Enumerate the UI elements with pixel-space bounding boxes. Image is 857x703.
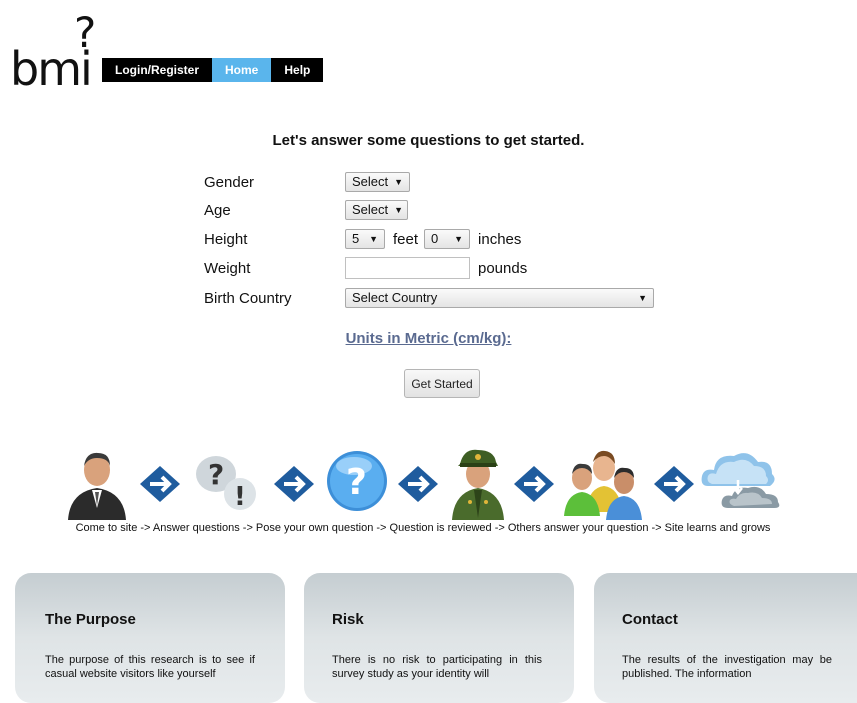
svg-text:?: ?: [346, 462, 367, 503]
chevron-down-icon: ▼: [394, 205, 404, 215]
age-row: Age Select ▼: [204, 199, 408, 221]
chevron-down-icon: ▼: [454, 234, 464, 244]
risk-text: There is no risk to participating in thi…: [332, 654, 542, 680]
contact-text: The results of the investigation may be …: [622, 654, 832, 680]
risk-card: Risk There is no risk to participating i…: [304, 573, 574, 703]
age-label: Age: [204, 201, 231, 219]
age-select[interactable]: Select ▼: [345, 200, 408, 220]
arrow-icon: [514, 466, 554, 502]
process-flow: ? ! ?: [0, 440, 857, 520]
chevron-down-icon: ▼: [369, 234, 378, 244]
risk-title: Risk: [332, 611, 364, 628]
weight-input[interactable]: [345, 257, 470, 279]
gender-label: Gender: [204, 173, 255, 191]
gender-row: Gender Select ▼: [204, 171, 410, 193]
businessman-icon: [68, 452, 126, 520]
birth-country-select[interactable]: Select Country ▼: [345, 288, 654, 308]
contact-card: Contact The results of the investigation…: [594, 573, 857, 703]
arrow-icon: [140, 466, 180, 502]
logo-question-mark: ?: [74, 8, 97, 57]
group-icon: [564, 450, 642, 520]
svg-text:!: !: [234, 482, 246, 512]
weight-label: Weight: [204, 259, 251, 277]
pounds-unit-label: pounds: [478, 259, 528, 277]
chevron-down-icon: ▼: [394, 177, 404, 187]
height-label: Height: [204, 230, 248, 248]
question-orb-icon: ?: [327, 451, 387, 511]
officer-icon: [452, 449, 504, 520]
purpose-text: The purpose of this research is to see i…: [45, 654, 255, 680]
flow-caption: Come to site -> Answer questions -> Pose…: [75, 522, 771, 534]
main-nav: Login/Register Home Help: [102, 58, 324, 82]
age-select-value: Select: [352, 202, 389, 217]
height-row: Height 5 ▼ feet 0 ▼ inches: [204, 228, 521, 250]
logo[interactable]: bmi ?: [10, 8, 102, 93]
svg-text:?: ?: [208, 458, 224, 491]
height-inches-value: 0: [431, 231, 439, 246]
feet-unit-label: feet: [393, 230, 419, 248]
country-row: Birth Country Select Country ▼: [204, 287, 654, 309]
height-inches-select[interactable]: 0 ▼: [424, 229, 471, 249]
arrow-icon: [654, 466, 694, 502]
chevron-down-icon: ▼: [638, 293, 647, 303]
metric-units-link[interactable]: Units in Metric (cm/kg):: [0, 330, 857, 347]
arrow-icon: [398, 466, 438, 502]
height-feet-select[interactable]: 5 ▼: [345, 229, 385, 249]
get-started-button[interactable]: Get Started: [404, 369, 480, 398]
birth-country-label: Birth Country: [204, 289, 292, 307]
weight-row: Weight pounds: [204, 257, 527, 279]
purpose-title: The Purpose: [45, 611, 136, 628]
intro-heading: Let's answer some questions to get start…: [272, 132, 585, 149]
contact-title: Contact: [622, 611, 678, 628]
question-bubbles-icon: ? !: [196, 456, 256, 512]
inches-unit-label: inches: [478, 230, 522, 248]
purpose-card: The Purpose The purpose of this research…: [15, 573, 285, 703]
gender-select[interactable]: Select ▼: [345, 172, 410, 192]
nav-login-register[interactable]: Login/Register: [102, 58, 213, 82]
nav-home[interactable]: Home: [212, 58, 272, 82]
height-feet-value: 5: [352, 231, 360, 246]
nav-help[interactable]: Help: [271, 58, 324, 82]
cloud-sync-icon: [701, 453, 780, 508]
arrow-icon: [274, 466, 314, 502]
birth-country-value: Select Country: [352, 290, 438, 305]
gender-select-value: Select: [352, 174, 389, 189]
